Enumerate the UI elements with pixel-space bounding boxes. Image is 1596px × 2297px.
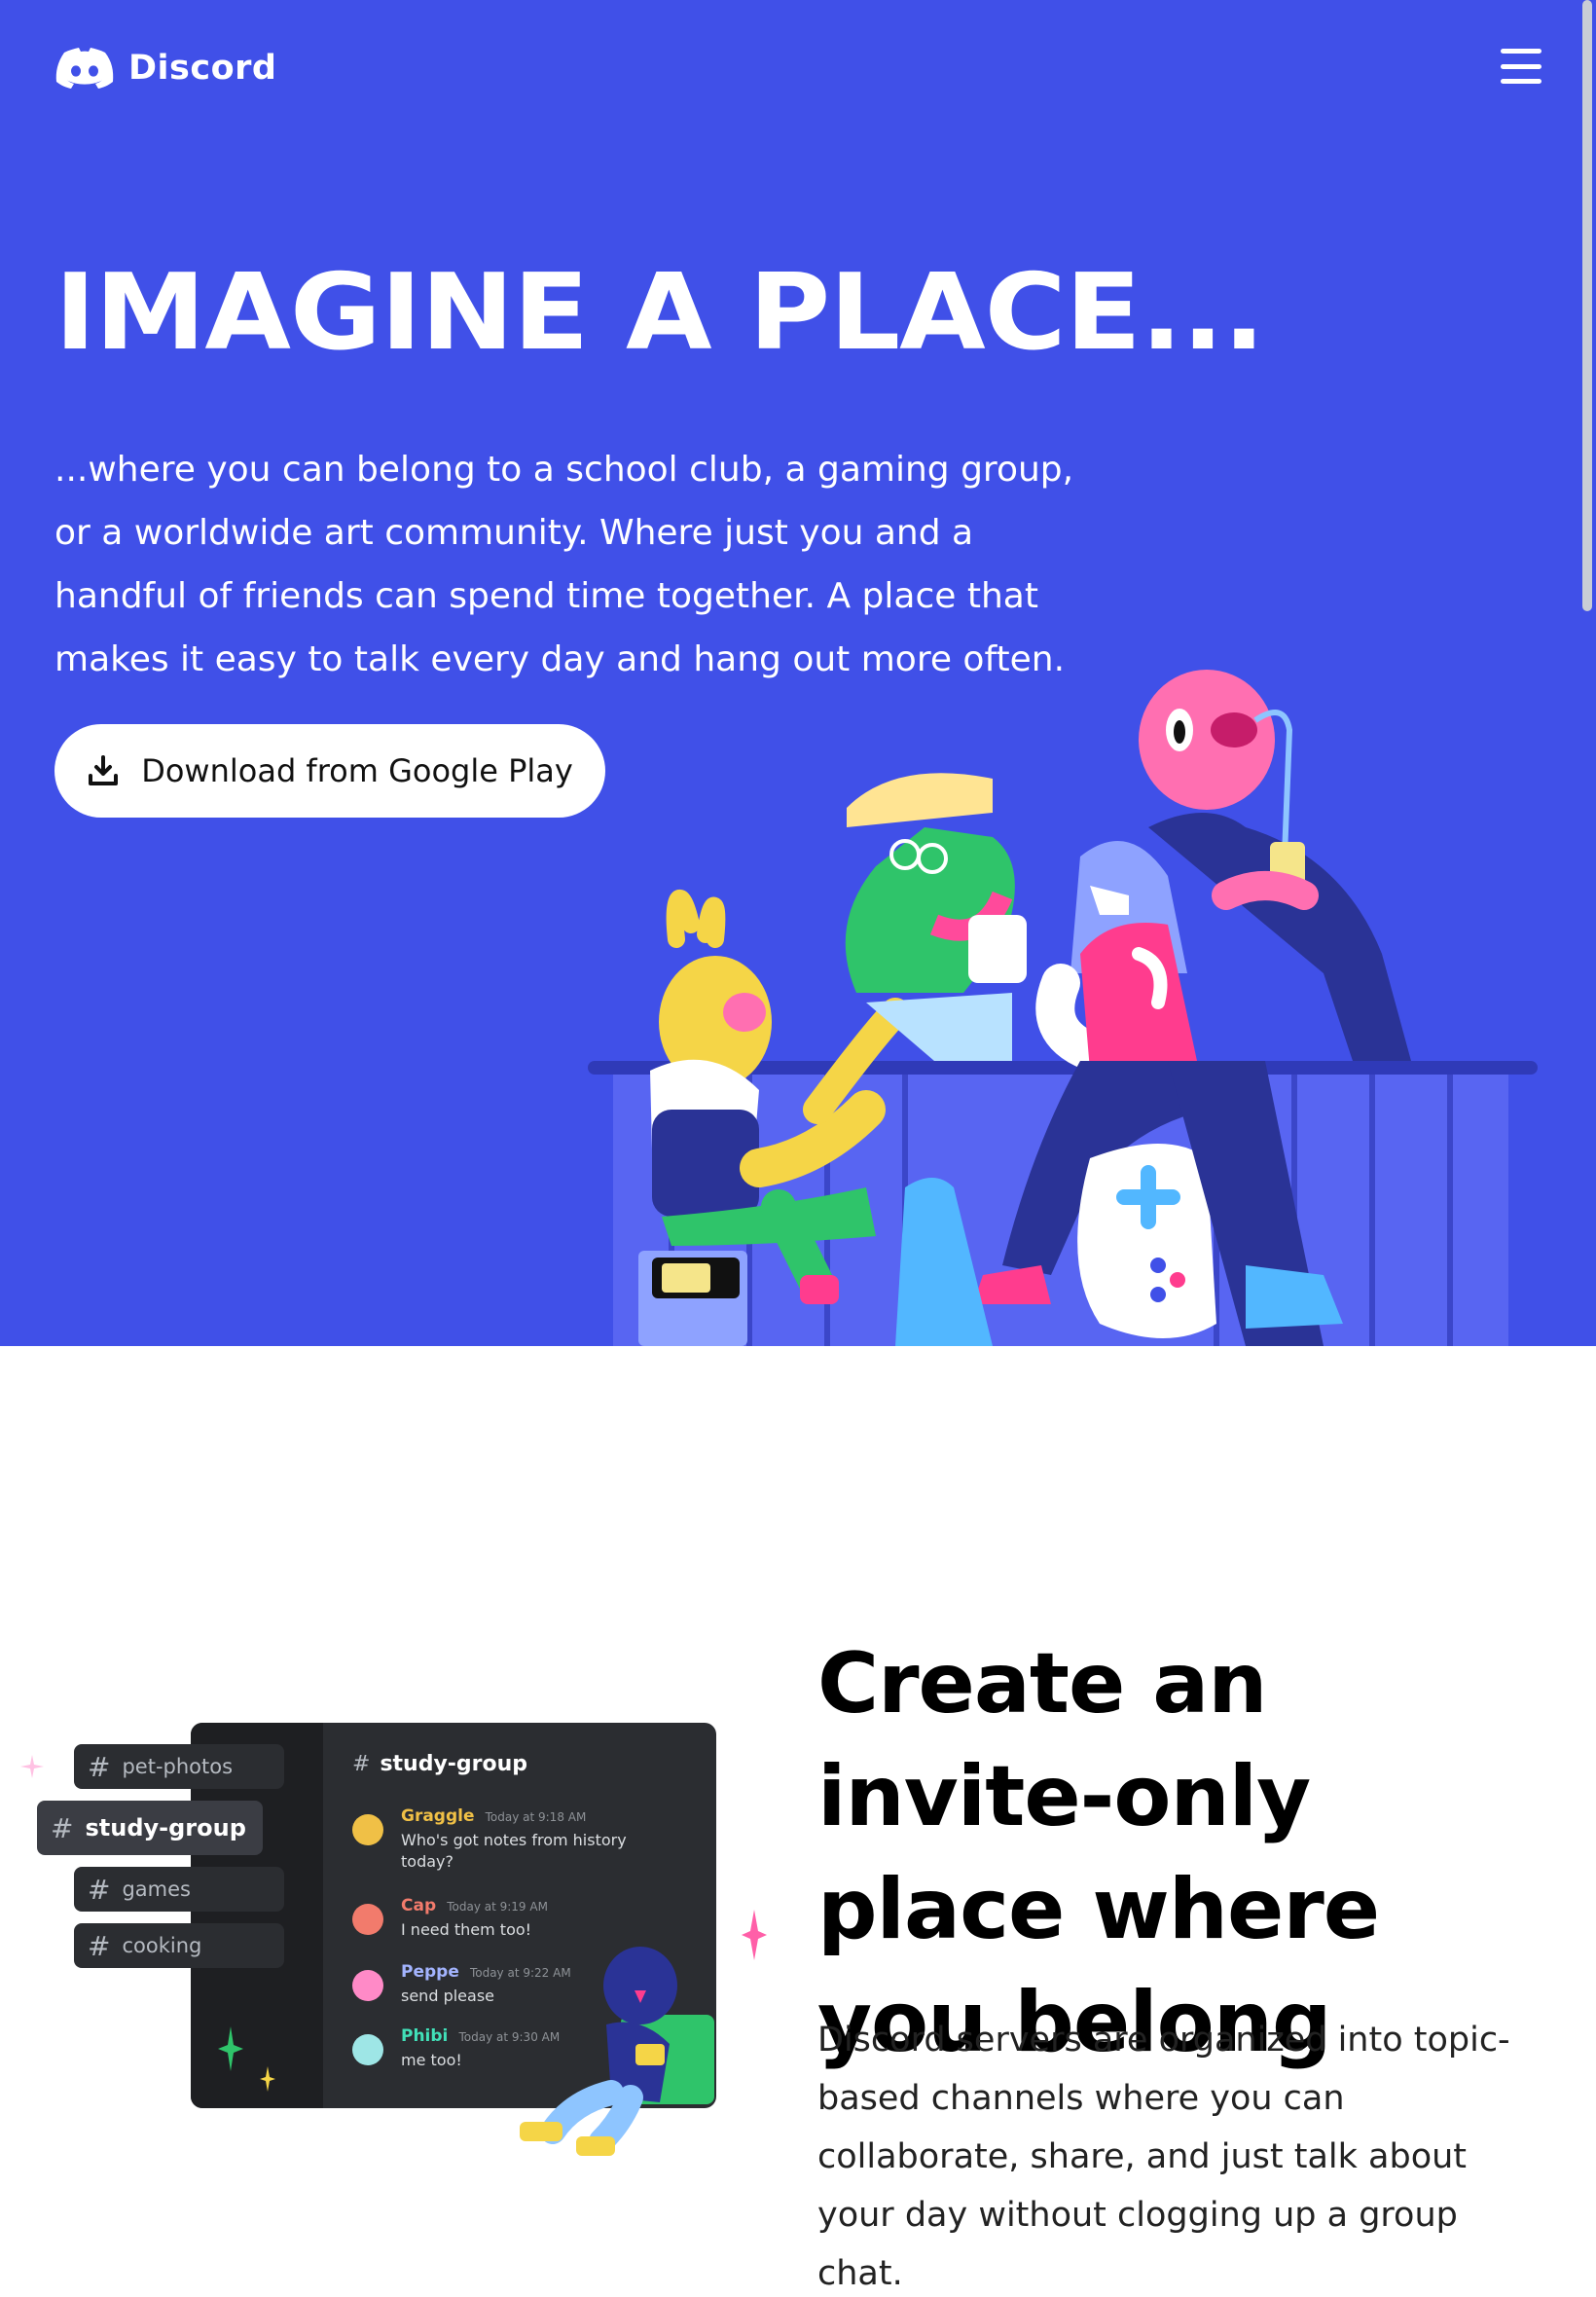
channel-label: pet-photos [122,1755,234,1778]
hashtag-icon: # [51,1811,74,1844]
download-google-play-button[interactable]: Download from Google Play [54,724,605,818]
channel-item-pet-photos[interactable]: # pet-photos [74,1744,284,1789]
hero-title: IMAGINE A PLACE... [54,252,1265,374]
avatar [352,1904,383,1935]
sparkle-icon [260,2066,275,2092]
brand-name: Discord [128,49,277,88]
page-scrollbar[interactable] [1582,0,1592,611]
discord-logo[interactable]: Discord [54,43,277,93]
hashtag-icon: # [88,1750,111,1783]
sparkle-icon [218,2026,243,2071]
avatar [352,2034,383,2065]
message-author: Cap [401,1896,437,1915]
message-author: Phibi [401,2026,449,2046]
gamepad-seat [1077,1144,1216,1338]
message-time: Today at 9:19 AM [447,1900,548,1914]
avatar [352,1970,383,2001]
download-button-label: Download from Google Play [141,752,573,789]
channel-item-study-group[interactable]: # study-group [37,1801,263,1855]
top-navigation: Discord [54,43,1542,93]
avatar [352,1814,383,1845]
hashtag-icon: # [352,1752,371,1776]
chat-channel-name: study-group [380,1752,528,1776]
chat-channel-header: # study-group [352,1752,527,1776]
hero-section: Discord IMAGINE A PLACE... ...where you … [0,0,1596,1346]
discord-logo-icon [55,48,114,89]
download-icon [89,755,119,785]
channel-item-games[interactable]: # games [74,1867,284,1912]
message-text: Who's got notes from history today? [401,1831,627,1871]
hashtag-icon: # [88,1873,111,1906]
sparkle-icon [20,1755,44,1778]
hero-illustration [588,670,1538,1346]
channel-label: study-group [85,1814,246,1841]
channel-label: games [122,1878,191,1901]
character-with-phone [520,1947,714,2156]
feature-description: Discord servers are organized into topic… [817,2021,1510,2293]
channel-item-cooking[interactable]: # cooking [74,1923,284,1968]
server-illustration: # study-group Graggle Today at 9:18 AM W… [18,1713,767,2161]
message-time: Today at 9:18 AM [485,1810,587,1824]
hashtag-icon: # [88,1929,111,1962]
message-author: Peppe [401,1962,459,1982]
sparkle-icon [742,1910,767,1960]
message-author: Graggle [401,1806,475,1826]
hamburger-menu-icon[interactable] [1501,49,1542,84]
channel-label: cooking [122,1934,202,1957]
